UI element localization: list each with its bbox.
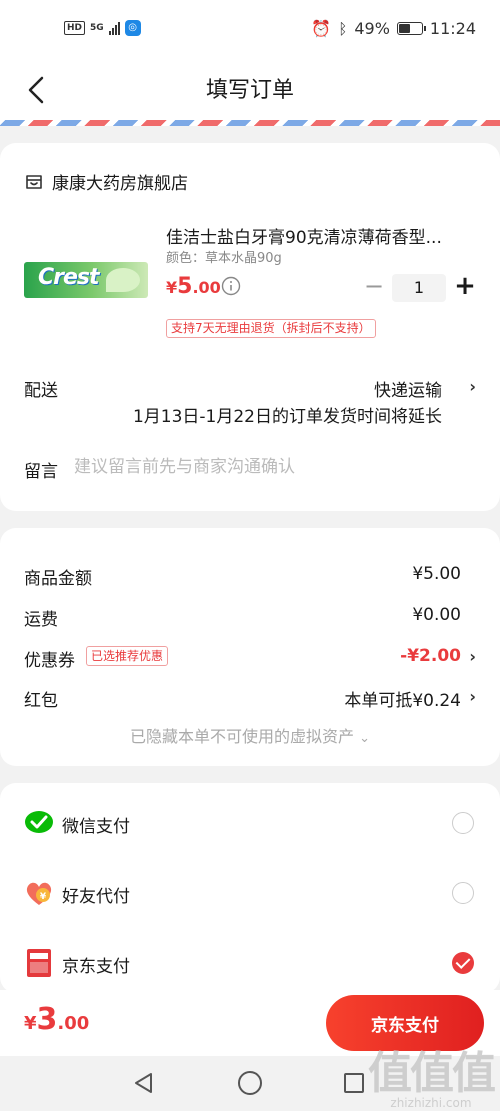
battery-percent: 49%	[354, 19, 390, 38]
price-decimal: .00	[192, 278, 221, 297]
store-icon	[26, 174, 42, 189]
price-info-icon[interactable]	[221, 276, 241, 296]
store-name: 康康大药房旗舰店	[52, 174, 188, 194]
airmail-border	[0, 120, 500, 126]
total-decimal: .00	[57, 1013, 90, 1034]
shipping-fee-label: 运费	[24, 610, 58, 630]
status-right: ⏰ ᛒ 49% 11:24	[311, 19, 476, 38]
coupon-label: 优惠券	[24, 651, 75, 671]
goods-amount-label: 商品金额	[24, 569, 92, 589]
payment-methods-card: 微信支付 ¥ 好友代付 京东支付	[0, 783, 500, 993]
page-title: 填写订单	[205, 78, 294, 103]
payment-option-wechat[interactable]: 微信支付	[0, 795, 500, 855]
svg-text:¥: ¥	[40, 892, 47, 902]
radio-checked[interactable]	[452, 952, 474, 974]
nav-recent-icon[interactable]	[344, 1073, 364, 1093]
quantity-increase-button[interactable]: +	[454, 273, 476, 301]
alarm-icon: ⏰	[311, 19, 332, 38]
watermark-mark: 值值值	[368, 1048, 496, 1099]
status-left: HD 5G ◎	[64, 20, 141, 36]
red-packet-label: 红包	[24, 691, 58, 711]
leaf-icon	[106, 268, 140, 292]
product-spec: 颜色：草本水晶90g	[166, 251, 282, 266]
product-image-brand: Crest	[38, 265, 100, 290]
app-notification-icon: ◎	[124, 20, 141, 36]
payment-option-label: 好友代付	[62, 887, 130, 907]
product-image[interactable]: Crest	[24, 262, 148, 298]
battery-icon	[396, 22, 426, 35]
price-currency: ¥	[166, 278, 178, 297]
message-label: 留言	[24, 462, 58, 482]
watermark: 值值值 zhizhizhi.com	[368, 1048, 496, 1110]
coupon-value[interactable]: -¥2.00	[400, 646, 461, 666]
coupon-recommend-badge: 已选推荐优惠	[86, 646, 169, 666]
shipping-delay-note: 1月13日-1月22日的订单发货时间将延长	[132, 407, 442, 427]
red-packet-value[interactable]: 本单可抵¥0.24	[344, 686, 461, 711]
price-summary-card: 商品金额 ¥5.00 运费 ¥0.00 优惠券 已选推荐优惠 -¥2.00 › …	[0, 528, 500, 766]
system-nav-bar: 值值值 zhizhizhi.com	[0, 1051, 500, 1111]
bluetooth-icon: ᛒ	[338, 19, 348, 38]
store-header[interactable]: 康康大药房旗舰店	[24, 169, 188, 194]
shipping-method[interactable]: 快递运输	[374, 376, 442, 401]
quantity-decrease-button[interactable]: −	[364, 274, 384, 300]
total-integer: 3	[36, 1002, 58, 1037]
clock: 11:24	[429, 19, 476, 38]
price-integer: 5	[177, 274, 193, 299]
total-currency: ¥	[24, 1013, 37, 1034]
payment-option-label: 京东支付	[62, 957, 130, 977]
payment-option-friend[interactable]: ¥ 好友代付	[0, 865, 500, 925]
hd-badge: HD	[64, 21, 86, 35]
jd-pay-icon	[27, 949, 51, 977]
payment-option-label: 微信支付	[62, 817, 130, 837]
message-input[interactable]	[74, 455, 454, 479]
status-bar: HD 5G ◎ ⏰ ᛒ 49% 11:24	[0, 0, 500, 60]
nav-home-icon[interactable]	[238, 1071, 262, 1095]
shipping-fee-value: ¥0.00	[412, 605, 461, 625]
order-item-card: 康康大药房旗舰店 Crest 佳洁士盐白牙膏90克清凉薄荷香型... 颜色：草本…	[0, 143, 500, 511]
chevron-right-icon[interactable]: ›	[469, 687, 476, 706]
goods-amount-value: ¥5.00	[412, 564, 461, 584]
order-total: ¥3.00	[24, 1002, 89, 1037]
signal-icon	[108, 21, 120, 35]
friend-pay-icon: ¥	[26, 882, 52, 905]
hidden-assets-text: 已隐藏本单不可使用的虚拟资产	[129, 727, 354, 746]
product-price: ¥5.00	[166, 274, 221, 299]
quantity-input[interactable]: 1	[392, 274, 446, 302]
hidden-assets-toggle[interactable]: 已隐藏本单不可使用的虚拟资产 ⌄	[0, 723, 500, 747]
radio-unchecked[interactable]	[452, 882, 474, 904]
chevron-down-icon: ⌄	[359, 731, 370, 746]
product-name[interactable]: 佳洁士盐白牙膏90克清凉薄荷香型...	[166, 223, 466, 248]
radio-unchecked[interactable]	[452, 812, 474, 834]
network-label: 5G	[90, 23, 104, 33]
chevron-right-icon[interactable]: ›	[469, 647, 476, 666]
nav-back-icon[interactable]	[132, 1071, 156, 1095]
checkout-bar: ¥3.00 京东支付	[0, 990, 500, 1056]
return-policy-badge: 支持7天无理由退货（拆封后不支持）	[166, 319, 376, 338]
payment-option-jd[interactable]: 京东支付	[0, 935, 500, 995]
shipping-label: 配送	[24, 381, 58, 401]
title-bar: 填写订单	[0, 60, 500, 120]
chevron-right-icon[interactable]: ›	[469, 377, 476, 396]
pay-button[interactable]: 京东支付	[326, 995, 484, 1051]
wechat-pay-icon	[25, 811, 53, 833]
